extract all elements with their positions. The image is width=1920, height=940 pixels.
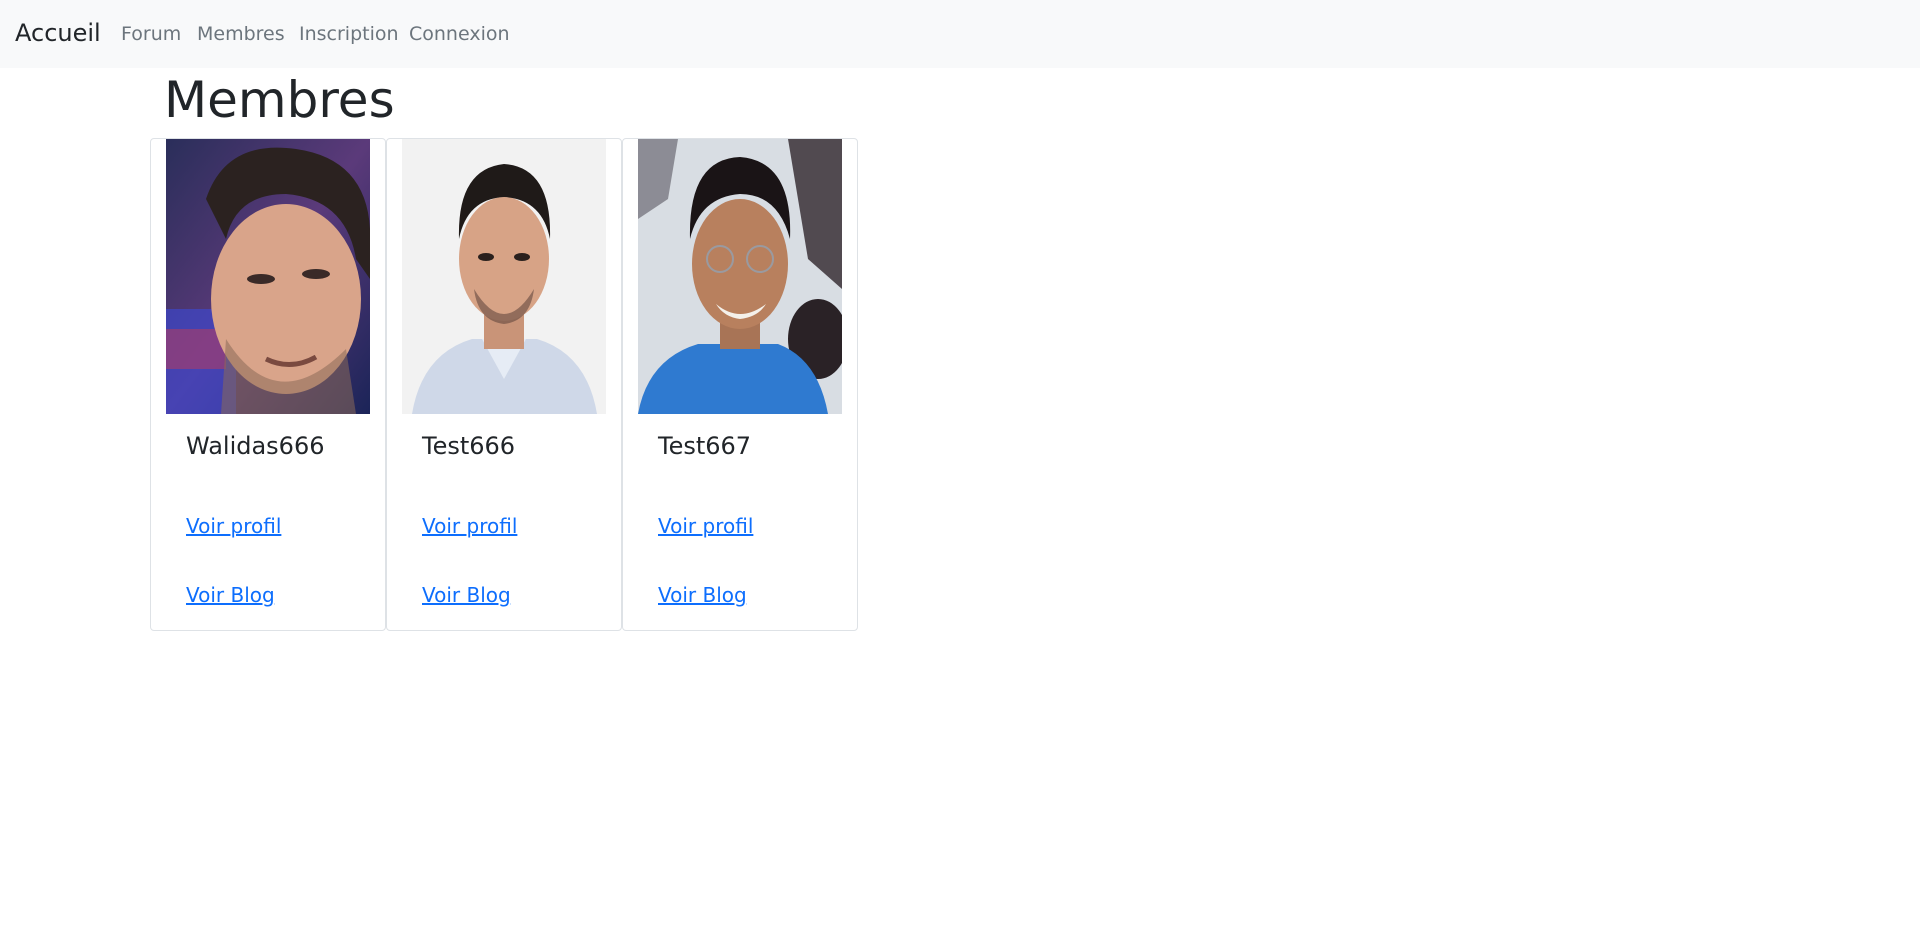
member-card: Walidas666 Voir profil Voir Blog [150,138,386,631]
member-card: Test666 Voir profil Voir Blog [386,138,622,631]
nav-link-forum[interactable]: Forum [121,22,181,46]
member-photo [166,139,370,414]
nav-link-membres[interactable]: Membres [197,22,285,46]
view-profile-link[interactable]: Voir profil [422,513,517,539]
member-photo [402,139,606,414]
nav-link-inscription[interactable]: Inscription [299,22,399,46]
member-name: Test666 [422,432,516,460]
member-name: Walidas666 [186,432,325,460]
view-blog-link[interactable]: Voir Blog [658,582,747,608]
nav-link-connexion[interactable]: Connexion [409,22,510,46]
top-navbar: Accueil Forum Membres Inscription Connex… [0,0,1920,68]
view-profile-link[interactable]: Voir profil [186,513,281,539]
member-photo [638,139,842,414]
page-title: Membres [164,71,395,129]
member-name: Test667 [658,432,752,460]
view-profile-link[interactable]: Voir profil [658,513,753,539]
view-blog-link[interactable]: Voir Blog [422,582,511,608]
view-blog-link[interactable]: Voir Blog [186,582,275,608]
brand-home-link[interactable]: Accueil [15,18,101,48]
member-card: Test667 Voir profil Voir Blog [622,138,858,631]
